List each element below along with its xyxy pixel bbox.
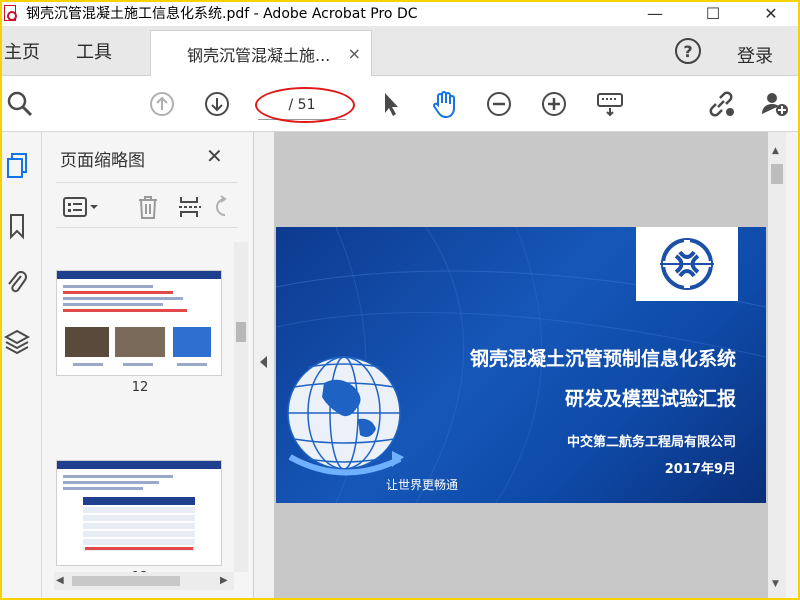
slide-date: 2017年9月	[664, 462, 736, 477]
thumbnail-page[interactable]	[56, 460, 222, 566]
tab-document[interactable]: 钢壳沉管混凝土施... ×	[150, 30, 372, 76]
slide-slogan: 让世界更畅通	[386, 478, 459, 492]
attachment-icon[interactable]	[3, 268, 31, 296]
hand-tool-icon[interactable]	[428, 88, 460, 120]
help-icon[interactable]: ?	[675, 38, 701, 64]
thumbnail-label: 12	[131, 380, 149, 395]
company-logo	[636, 227, 738, 301]
options-menu-icon[interactable]	[62, 193, 102, 221]
thumbnail-scroll-thumb[interactable]	[236, 322, 246, 342]
scroll-down-icon[interactable]: ▼	[772, 579, 779, 589]
keyboard-icon[interactable]	[594, 88, 626, 120]
prev-page-icon[interactable]	[146, 88, 178, 120]
title-bar: 钢壳沉管混凝土施工信息化系统.pdf - Adobe Acrobat Pro D…	[0, 0, 800, 26]
maximize-button[interactable]: ☐	[684, 0, 742, 26]
tab-home[interactable]: 主页	[4, 38, 40, 64]
window-title: 钢壳沉管混凝土施工信息化系统.pdf - Adobe Acrobat Pro D…	[26, 6, 418, 22]
slide-title-line2: 研发及模型试验汇报	[564, 388, 736, 410]
thumbnail-list: 12 12	[52, 242, 232, 572]
close-panel-button[interactable]: ✕	[206, 144, 223, 168]
panel-toolbar	[56, 182, 238, 228]
thumbnail-page[interactable]	[56, 270, 222, 376]
layers-icon[interactable]	[3, 328, 31, 356]
thumbnail-hscroll-thumb[interactable]	[72, 576, 180, 586]
tab-bar: 主页 工具 钢壳沉管混凝土施... × ? 登录	[0, 26, 800, 76]
globe-graphic	[287, 356, 404, 476]
zoom-out-icon[interactable]	[483, 88, 515, 120]
pdf-app-icon	[2, 4, 20, 22]
zoom-in-icon[interactable]	[538, 88, 570, 120]
thumbnail-hscrollbar[interactable]: ◀ ▶	[54, 572, 234, 590]
document-view[interactable]: 钢壳混凝土沉管预制信息化系统 研发及模型试验汇报 中交第二航务工程局有限公司 2…	[274, 132, 768, 600]
add-user-icon[interactable]	[759, 88, 791, 120]
search-icon[interactable]	[4, 88, 36, 120]
insert-page-icon[interactable]	[176, 193, 204, 221]
panel-splitter[interactable]	[254, 132, 274, 600]
right-edge	[786, 132, 800, 600]
thumbnail-scrollbar[interactable]	[234, 242, 248, 572]
login-button[interactable]: 登录	[737, 42, 773, 68]
panel-title: 页面缩略图	[60, 151, 145, 171]
next-page-icon[interactable]	[201, 88, 233, 120]
thumbnail-panel: 页面缩略图 ✕ 12 ◀ ▶	[42, 132, 254, 600]
slide-company: 中交第二航务工程局有限公司	[566, 435, 736, 450]
document-scroll-thumb[interactable]	[771, 164, 783, 184]
slide-title-line1: 钢壳混凝土沉管预制信息化系统	[469, 348, 736, 370]
left-rail	[0, 132, 42, 600]
close-window-button[interactable]: ✕	[742, 0, 800, 26]
bookmark-icon[interactable]	[3, 212, 31, 240]
link-icon[interactable]	[705, 88, 737, 120]
tab-tools[interactable]: 工具	[76, 38, 112, 64]
minimize-button[interactable]: —	[626, 0, 684, 26]
page-thumbnails-icon[interactable]	[3, 152, 31, 180]
document-tab-label: 钢壳沉管混凝土施...	[187, 45, 331, 65]
toolbar: / 51	[0, 76, 800, 132]
highlight-ellipse	[255, 87, 355, 123]
slide-page: 钢壳混凝土沉管预制信息化系统 研发及模型试验汇报 中交第二航务工程局有限公司 2…	[276, 227, 766, 503]
collapse-panel-icon[interactable]	[260, 356, 267, 368]
trash-icon[interactable]	[134, 193, 162, 221]
document-scrollbar[interactable]: ▲ ▼	[768, 132, 786, 600]
scroll-up-icon[interactable]: ▲	[772, 146, 779, 156]
close-tab-button[interactable]: ×	[348, 44, 361, 63]
undo-icon[interactable]	[206, 193, 234, 221]
select-arrow-icon[interactable]	[374, 88, 406, 120]
